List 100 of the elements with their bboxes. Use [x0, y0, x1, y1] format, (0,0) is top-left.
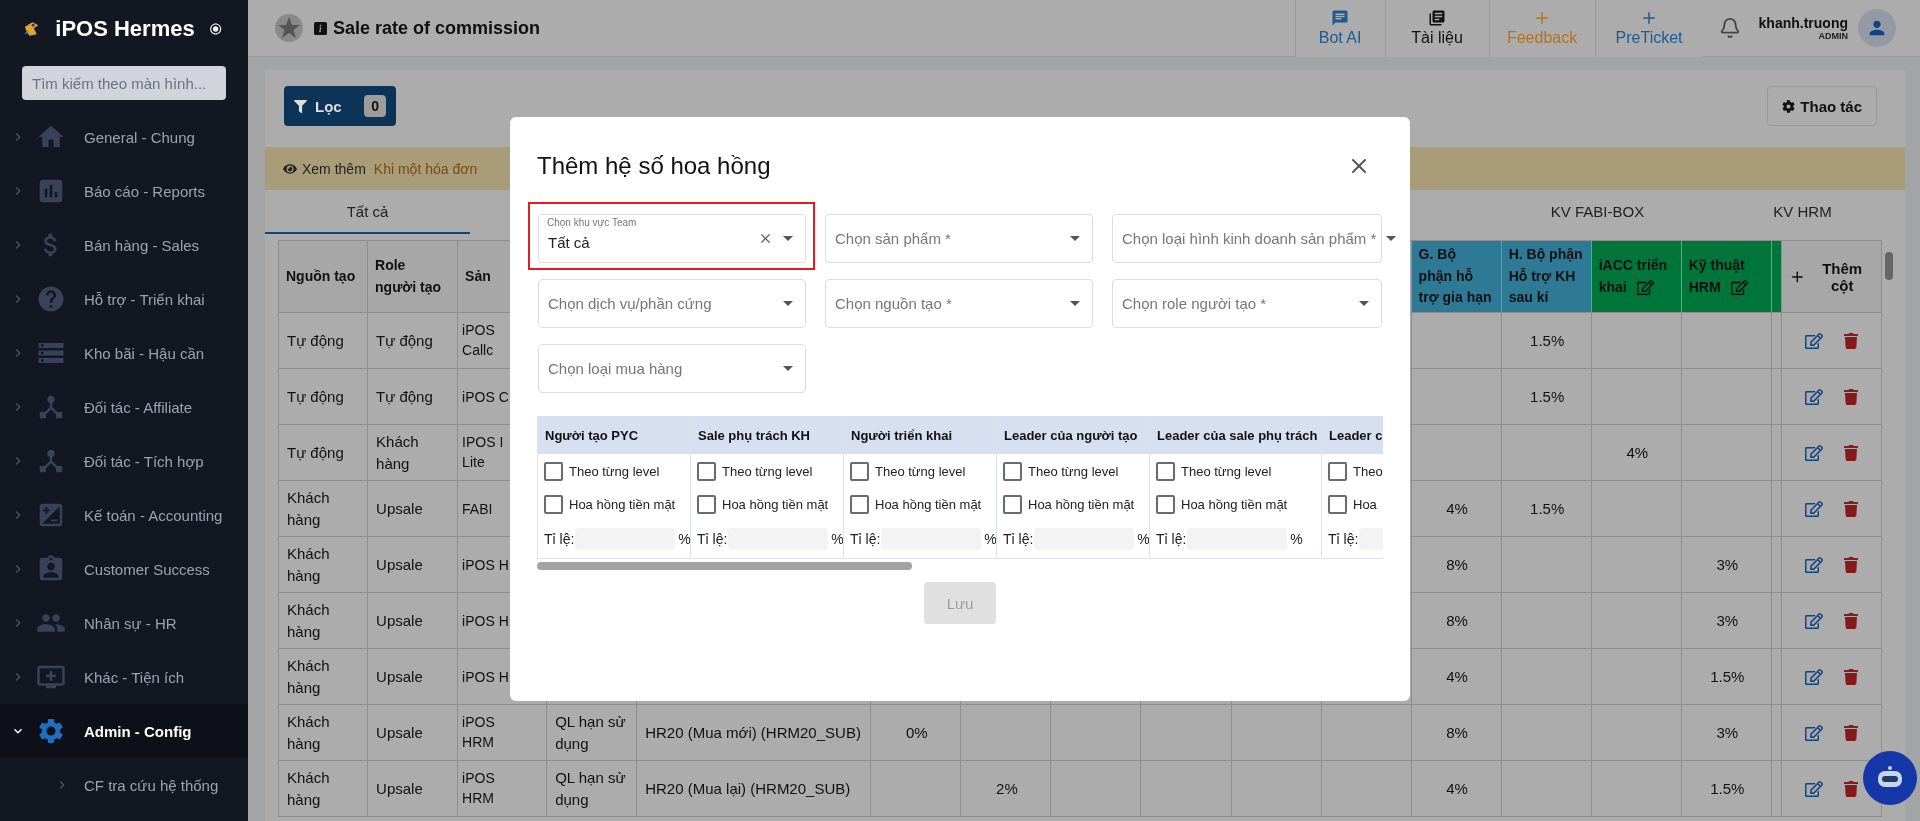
edit-icon[interactable]	[1805, 723, 1824, 742]
tab[interactable]: KV HRM	[1700, 190, 1905, 234]
column-header: Người tạo PYC	[538, 416, 690, 454]
see-more-link[interactable]: Xem thêm	[283, 160, 366, 177]
select-field[interactable]: Chọn nguồn tạo *	[825, 279, 1093, 328]
sidebar-item[interactable]: Customer Success	[0, 542, 248, 596]
sidebar-item[interactable]: Nhân sự - HR	[0, 596, 248, 650]
search-field[interactable]: Tìm kiếm theo màn hình...	[22, 66, 226, 100]
bell-icon[interactable]	[1718, 17, 1741, 39]
table-cell-text: 3%	[1716, 554, 1739, 575]
table-cell-text: Upsale	[376, 554, 423, 575]
edit-icon[interactable]	[1805, 555, 1824, 574]
rate-label: Tỉ lệ:	[1328, 531, 1359, 547]
trash-icon[interactable]	[1843, 668, 1860, 685]
select-field[interactable]: Chọn sản phẩm *	[825, 214, 1093, 263]
checkbox-option[interactable]: Hoa	[1328, 495, 1379, 514]
table-cell-text: 8%	[1446, 610, 1468, 631]
sidebar-item[interactable]: Admin - Config	[0, 704, 248, 758]
edit-icon[interactable]	[1805, 611, 1824, 630]
table-cell-text: HR20 (Mua lại) (HRM20_SUB)	[645, 778, 851, 799]
sidebar-item[interactable]: Hỗ trợ - Triển khai	[0, 272, 248, 326]
edit-icon[interactable]	[1805, 667, 1824, 686]
sidebar-item[interactable]: CF tra cứu hệ thống	[0, 758, 248, 812]
table-cell-text: 8%	[1446, 554, 1468, 575]
sidebar-item[interactable]: Kế toán - Accounting	[0, 488, 248, 542]
unit-label: %	[1137, 531, 1150, 547]
table-cell-text: 1.5%	[1530, 386, 1565, 407]
eye-icon	[283, 161, 297, 176]
table-cell-text: 4%	[1446, 498, 1468, 519]
table-cell-text: Tự động	[287, 386, 344, 407]
table-cell-text: iPOS H	[462, 667, 509, 687]
table-cell-text: 4%	[1446, 666, 1468, 687]
table-cell-text: FABI	[462, 499, 493, 519]
tab[interactable]: KV FABI-BOX	[1495, 190, 1700, 234]
column-header: G. Bộ phận hỗ trợ gia hạn	[1411, 240, 1502, 313]
user-name: khanh.truong	[1758, 15, 1848, 31]
select-field[interactable]: Chọn khu vực Team Tất cả	[538, 214, 806, 263]
sidebar-item[interactable]: Đối tác - Tích hợp	[0, 434, 248, 488]
table-cell-text: Khách hàng	[287, 711, 331, 754]
sidebar-item[interactable]: Bán hàng - Sales	[0, 218, 248, 272]
select-field[interactable]: Chọn role người tạo *	[1112, 279, 1382, 328]
avatar[interactable]	[1858, 9, 1896, 47]
info-icon[interactable]	[314, 21, 327, 35]
trash-icon[interactable]	[1843, 444, 1860, 461]
table-cell-text: HR20 (Mua mới) (HRM20_SUB)	[645, 722, 861, 743]
table-cell-text: 3%	[1716, 610, 1739, 631]
trash-icon[interactable]	[1843, 500, 1860, 517]
caret-icon	[783, 301, 793, 306]
table-cell-text: Upsale	[376, 610, 423, 631]
actions-button[interactable]: Thao tác	[1767, 86, 1877, 126]
trash-icon[interactable]	[1843, 612, 1860, 629]
table-cell-text: Khách hàng	[287, 487, 331, 530]
trash-icon[interactable]	[1843, 388, 1860, 405]
edit-icon[interactable]	[1730, 279, 1748, 297]
column-header: Leader của sale phụ trách	[1150, 416, 1321, 454]
sidebar-item[interactable]: General - Chung	[0, 110, 248, 164]
tab[interactable]: Tất cả	[265, 190, 470, 234]
radio-icon[interactable]	[208, 20, 222, 38]
rate-label: Tỉ lệ:	[544, 531, 575, 547]
toolbar-button[interactable]: Tài liệu	[1384, 0, 1489, 57]
edit-icon[interactable]	[1805, 331, 1824, 350]
checkbox-option[interactable]: Hoa hồng tiền mặt	[697, 495, 839, 514]
select-field[interactable]: Chọn dịch vụ/phần cứng	[538, 279, 806, 328]
checkbox-option[interactable]: Theo từng level	[697, 462, 839, 481]
checkbox-option[interactable]: Hoa hồng tiền mặt	[1156, 495, 1317, 514]
table-cell-text: 1.5%	[1710, 666, 1745, 687]
table-cell-text: Tự động	[376, 386, 433, 407]
edit-icon[interactable]	[1805, 443, 1824, 462]
table-cell-text: IPOS I Lite	[462, 432, 505, 473]
checkbox-option[interactable]: Theo từng level	[850, 462, 992, 481]
filter-count: 0	[364, 95, 386, 117]
checkbox-option[interactable]: Theo từng level	[1156, 462, 1317, 481]
sidebar-item[interactable]: Báo cáo - Reports	[0, 164, 248, 218]
trash-icon[interactable]	[1843, 780, 1860, 797]
checkbox-option[interactable]: Theo từng level	[1003, 462, 1145, 481]
rate-label: Tỉ lệ:	[1156, 531, 1187, 547]
checkbox-option[interactable]: Hoa hồng tiền mặt	[544, 495, 686, 514]
rate-label: Tỉ lệ:	[697, 531, 728, 547]
table-cell-text: iPOS C	[462, 387, 509, 407]
sidebar-item[interactable]: Khác - Tiện ích	[0, 650, 248, 704]
edit-icon[interactable]	[1805, 499, 1824, 518]
clear-icon[interactable]	[758, 231, 773, 246]
select-field[interactable]: Chọn loại mua hàng	[538, 344, 806, 393]
edit-icon[interactable]	[1636, 279, 1654, 297]
edit-icon[interactable]	[1805, 779, 1824, 798]
filter-icon	[294, 99, 307, 113]
sidebar-item[interactable]: Đối tác - Affiliate	[0, 380, 248, 434]
scrollbar[interactable]	[537, 562, 912, 570]
trash-icon[interactable]	[1843, 556, 1860, 573]
sidebar-item[interactable]: Kho bãi - Hậu cần	[0, 326, 248, 380]
checkbox-option[interactable]: Hoa hồng tiền mặt	[1003, 495, 1145, 514]
trash-icon[interactable]	[1843, 724, 1860, 741]
unit-label: %	[984, 531, 997, 547]
scrollbar[interactable]	[1885, 252, 1893, 280]
trash-icon[interactable]	[1843, 332, 1860, 349]
checkbox-option[interactable]: Hoa hồng tiền mặt	[850, 495, 992, 514]
checkbox-option[interactable]: Theo từng level	[544, 462, 686, 481]
filter-button[interactable]: Lọc 0	[284, 86, 396, 126]
edit-icon[interactable]	[1805, 387, 1824, 406]
table-cell-text: 3%	[1716, 722, 1739, 743]
